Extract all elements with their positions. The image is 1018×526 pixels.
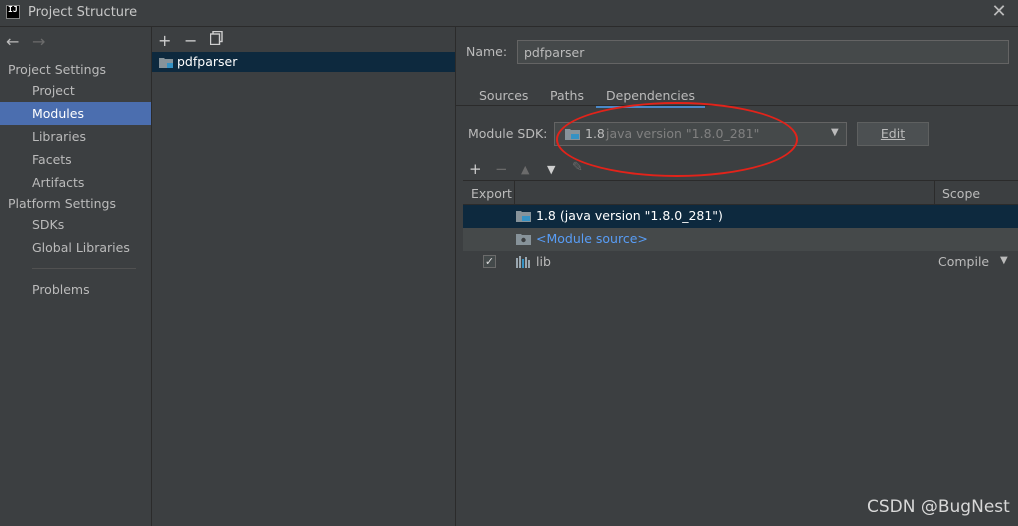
row-text: 1.8 (java version "1.8.0_281") — [536, 208, 723, 223]
export-checkbox[interactable]: ✓ — [483, 255, 496, 268]
column-separator — [934, 181, 935, 205]
sidebar-item-global-libraries[interactable]: Global Libraries — [0, 236, 151, 259]
dependencies-table: Export Scope 1.8 (java version "1.8.0_28… — [463, 180, 1018, 526]
column-separator — [514, 181, 515, 205]
window-title: Project Structure — [28, 5, 138, 20]
module-sdk-dropdown[interactable]: 1.8 java version "1.8.0_281" ▼ — [554, 122, 847, 146]
module-sdk-label: Module SDK: — [468, 126, 548, 141]
table-row-module-source[interactable]: <Module source> — [463, 228, 1018, 251]
remove-dependency-icon[interactable]: − — [495, 160, 508, 178]
add-icon[interactable]: + — [158, 31, 171, 50]
chevron-down-icon: ▼ — [831, 127, 839, 138]
sidebar-item-artifacts[interactable]: Artifacts — [0, 171, 151, 194]
sidebar-item-project[interactable]: Project — [0, 79, 151, 102]
forward-arrow-icon[interactable]: → — [32, 32, 45, 51]
jdk-folder-icon — [516, 210, 531, 222]
column-header-export[interactable]: Export — [471, 186, 512, 201]
chevron-down-icon[interactable]: ▼ — [1000, 255, 1008, 266]
row-text: lib — [536, 254, 551, 269]
module-detail-pane: Name: Sources Paths Dependencies Module … — [456, 27, 1018, 526]
sidebar-item-facets[interactable]: Facets — [0, 148, 151, 171]
logo-text: IJ — [8, 5, 18, 14]
module-source-icon — [516, 233, 531, 245]
sidebar-item-modules[interactable]: Modules — [0, 102, 151, 125]
column-header-scope[interactable]: Scope — [942, 186, 980, 201]
name-label: Name: — [466, 44, 508, 59]
table-row-lib[interactable]: ✓ lib Compile ▼ — [463, 251, 1018, 274]
sdk-name: 1.8 — [585, 126, 605, 141]
sidebar-item-sdks[interactable]: SDKs — [0, 213, 151, 236]
sdk-version: java version "1.8.0_281" — [606, 126, 760, 141]
project-settings-heading: Project Settings — [8, 62, 107, 77]
add-dependency-icon[interactable]: + — [469, 160, 482, 178]
module-list-pane: + − pdfparser — [152, 27, 456, 526]
module-folder-icon — [159, 56, 173, 68]
title-bar: IJ Project Structure ✕ — [0, 0, 1018, 27]
sidebar-item-problems[interactable]: Problems — [0, 278, 151, 301]
scope-dropdown[interactable]: Compile — [938, 254, 989, 269]
jdk-folder-icon — [565, 128, 580, 140]
remove-icon[interactable]: − — [184, 31, 197, 50]
module-name-field[interactable] — [517, 40, 1009, 64]
sidebar-item-libraries[interactable]: Libraries — [0, 125, 151, 148]
move-up-icon[interactable]: ▲ — [521, 163, 529, 176]
intellij-logo-icon: IJ — [6, 5, 20, 19]
settings-sidebar: ← → Project Settings Project Modules Lib… — [0, 27, 152, 526]
module-name: pdfparser — [177, 54, 238, 69]
back-arrow-icon[interactable]: ← — [6, 32, 19, 51]
edit-pencil-icon[interactable]: ✎ — [572, 160, 583, 175]
watermark: CSDN @BugNest — [867, 497, 1010, 517]
table-row-jdk[interactable]: 1.8 (java version "1.8.0_281") — [463, 205, 1018, 228]
edit-button-label: Edit — [880, 126, 906, 141]
table-header: Export Scope — [463, 180, 1018, 205]
sidebar-divider — [32, 268, 136, 269]
copy-icon[interactable] — [209, 30, 223, 49]
tab-bar-divider — [456, 105, 1018, 106]
edit-sdk-button[interactable]: Edit — [857, 122, 929, 146]
module-list-item[interactable]: pdfparser — [152, 52, 455, 72]
library-icon — [516, 256, 531, 268]
platform-settings-heading: Platform Settings — [8, 196, 116, 211]
move-down-icon[interactable]: ▼ — [547, 163, 555, 176]
row-text: <Module source> — [536, 231, 648, 246]
close-icon[interactable]: ✕ — [990, 3, 1008, 21]
